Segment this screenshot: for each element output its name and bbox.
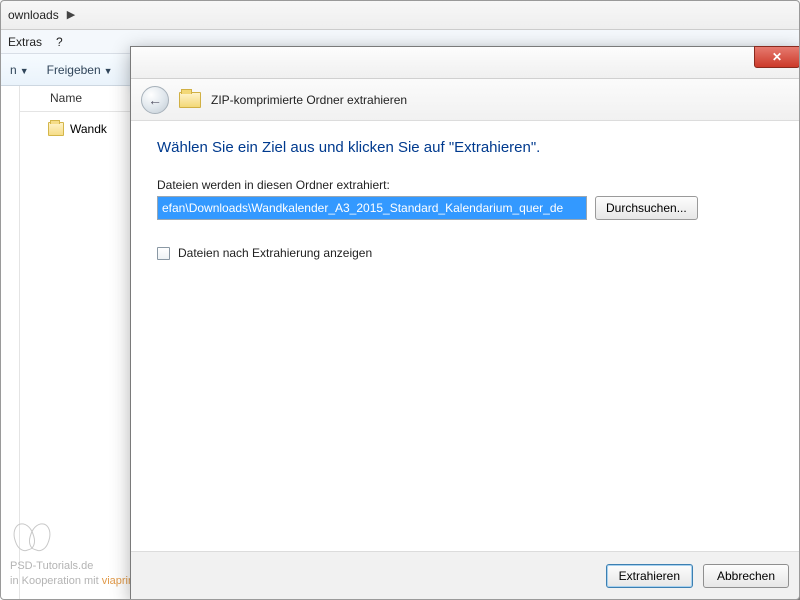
butterfly-icon	[10, 521, 56, 557]
address-bar[interactable]: ownloads ▶	[0, 0, 800, 30]
dialog-footer: Extrahieren Abbrechen	[131, 551, 799, 599]
close-button[interactable]: ✕	[754, 46, 800, 68]
back-button[interactable]: ←	[141, 86, 169, 114]
chevron-right-icon: ▶	[67, 8, 75, 21]
dialog-titlebar[interactable]: ✕	[131, 47, 799, 79]
chevron-down-icon: ▼	[20, 66, 29, 76]
zip-folder-icon	[48, 122, 64, 136]
destination-row: efan\Downloads\Wandkalender_A3_2015_Stan…	[157, 196, 773, 220]
extract-dialog: ✕ ← ZIP-komprimierte Ordner extrahieren …	[130, 46, 800, 600]
destination-input[interactable]: efan\Downloads\Wandkalender_A3_2015_Stan…	[157, 196, 587, 220]
menu-help[interactable]: ?	[56, 35, 63, 49]
dialog-heading: Wählen Sie ein Ziel aus und klicken Sie …	[157, 139, 773, 156]
watermark-line1: PSD-Tutorials.de	[10, 559, 143, 573]
show-files-option[interactable]: Dateien nach Extrahierung anzeigen	[157, 246, 773, 260]
watermark: PSD-Tutorials.de in Kooperation mit viap…	[10, 521, 143, 588]
dialog-content: Wählen Sie ein Ziel aus und klicken Sie …	[131, 121, 799, 260]
arrow-left-icon: ←	[148, 92, 162, 108]
destination-label: Dateien werden in diesen Ordner extrahie…	[157, 178, 773, 192]
dialog-title: ZIP-komprimierte Ordner extrahieren	[211, 93, 407, 107]
menu-extras[interactable]: Extras	[8, 35, 42, 49]
close-icon: ✕	[772, 50, 782, 64]
dialog-header: ← ZIP-komprimierte Ordner extrahieren	[131, 79, 799, 121]
destination-value: efan\Downloads\Wandkalender_A3_2015_Stan…	[158, 197, 586, 219]
browse-button[interactable]: Durchsuchen...	[595, 196, 698, 220]
extract-button[interactable]: Extrahieren	[606, 564, 693, 588]
zip-folder-icon	[179, 92, 201, 108]
show-files-label: Dateien nach Extrahierung anzeigen	[178, 246, 372, 260]
watermark-line2: in Kooperation mit viaprinto	[10, 574, 143, 588]
cancel-button[interactable]: Abbrechen	[703, 564, 789, 588]
file-name: Wandk	[70, 122, 107, 136]
breadcrumb[interactable]: ownloads	[8, 8, 59, 22]
toolbar-share[interactable]: Freigeben▼	[47, 63, 113, 77]
toolbar-organize[interactable]: n▼	[10, 63, 29, 77]
checkbox-icon[interactable]	[157, 247, 170, 260]
chevron-down-icon: ▼	[104, 66, 113, 76]
